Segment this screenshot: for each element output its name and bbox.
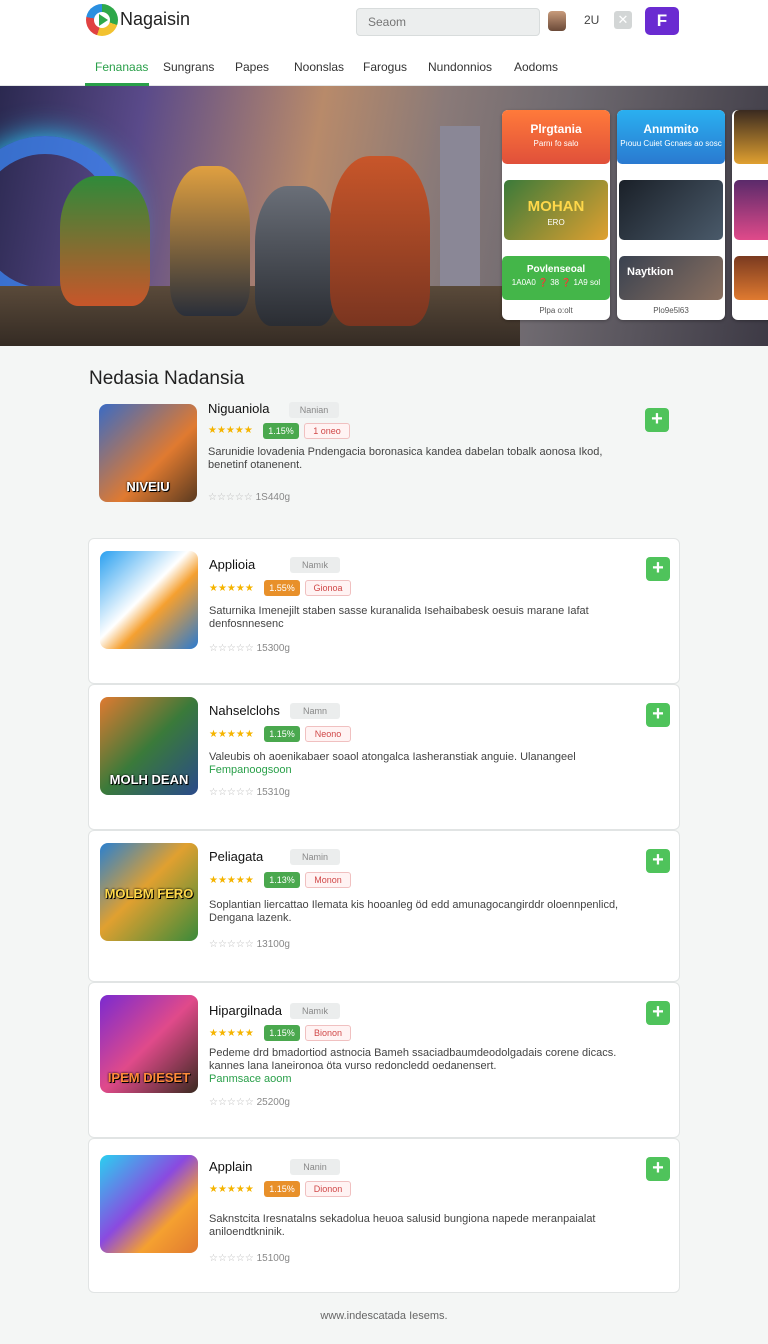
add-button[interactable]: + [646,703,670,727]
featured-tile[interactable]: Povlenseoal 1A0A0 ❓ 38 ❓ 1A9 sol [502,256,610,300]
add-button[interactable]: + [646,1001,670,1025]
rating-badge: 1.15% [264,726,300,742]
status-badge: Bionon [305,1025,351,1041]
tab-noonslas[interactable]: Noonslas [294,60,344,74]
featured-caption: Plo9e5l63 [653,306,689,315]
tab-sungrans[interactable]: Sungrans [163,60,214,74]
app-tag: Namık [290,1003,340,1019]
app-card[interactable]: Applioia Namık ★★★★★ 1.55% Gionoa Saturn… [88,538,680,684]
app-icon[interactable]: IPEM DIESET [100,995,198,1093]
featured-tile[interactable] [734,110,768,164]
app-tag: Nanin [290,1159,340,1175]
app-description: Saturnika Imenejilt staben sasse kuranal… [209,605,589,630]
app-name[interactable]: Hipargilnada [209,1003,282,1018]
featured-tile[interactable]: Naytkion [619,256,723,300]
app-name[interactable]: Nahselclohs [209,703,280,718]
app-card[interactable]: MOLBM FERO Peliagata Namin ★★★★★ 1.13% M… [88,830,680,982]
app-name[interactable]: Applioia [209,557,255,572]
status-badge: 1 oneo [304,423,350,439]
search-input[interactable] [356,8,540,36]
profile-button[interactable]: F [645,7,679,35]
app-tag: Nanian [289,402,339,418]
app-meta: ☆☆☆☆☆ 15310g [209,787,290,798]
featured-tile[interactable] [734,180,768,240]
app-card[interactable]: Applain Nanin ★★★★★ 1.15% Dionon Saknstc… [88,1138,680,1293]
app-card[interactable]: NIVEIU Niguaniola Nanian ★★★★★ 1.15% 1 o… [88,392,680,524]
app-card[interactable]: MOLH DEAN Nahselclohs Namn ★★★★★ 1.15% N… [88,684,680,830]
app-meta: ☆☆☆☆☆ 15100g [209,1253,290,1264]
featured-card-partial[interactable] [732,110,768,320]
tab-papes[interactable]: Papes [235,60,269,74]
store-logo-icon[interactable] [86,4,118,36]
rating-badge: 1.15% [263,423,299,439]
rating-stars: ★★★★★ [209,875,254,886]
category-tabs: Fenanaas Sungrans Papes Noonslas Farogus… [0,50,768,86]
rating-badge: 1.15% [264,1181,300,1197]
app-description: Valeubis oh aoenikabaer soaol atongalca … [209,751,576,776]
featured-card[interactable]: Anımmito Pıouu Cuiet Gcnaes ao sosc Naytk… [617,110,725,320]
tab-farogus[interactable]: Farogus [363,60,407,74]
notification-count: 2U [584,13,600,27]
app-description: Sarunidie lovadenia Pndengacia boronasic… [208,446,603,471]
hero-character [330,156,430,326]
brand-name: Nagaisin [120,9,191,29]
tab-fenanaas[interactable]: Fenanaas [95,60,148,74]
hero-castle [440,126,480,296]
featured-tile[interactable] [619,180,723,240]
section-title: Nedasia Nadansia [89,368,245,389]
featured-caption: Plpa o:olt [539,306,573,315]
app-icon[interactable]: MOLBM FERO [100,843,198,941]
featured-tile[interactable] [734,256,768,300]
avatar[interactable] [548,11,566,31]
app-icon[interactable]: MOLH DEAN [100,697,198,795]
featured-card[interactable]: Plrgtania Parnı fo salo MOHAN ERO Povlense… [502,110,610,320]
tab-aodoms[interactable]: Aodoms [514,60,558,74]
rating-stars: ★★★★★ [209,729,254,740]
close-icon[interactable]: ✕ [614,11,632,29]
app-name[interactable]: Peliagata [209,849,263,864]
featured-tile[interactable]: MOHAN ERO [504,180,608,240]
rating-badge: 1.15% [264,1025,300,1041]
app-name[interactable]: Applain [209,1159,252,1174]
app-icon[interactable] [100,551,198,649]
app-description: Pedeme drd bmadortiod astnocia Bameh ssa… [209,1047,617,1085]
status-badge: Monon [305,872,351,888]
app-tag: Namık [290,557,340,573]
status-badge: Gionoa [305,580,351,596]
app-meta: ☆☆☆☆☆ 25200g [209,1097,290,1108]
featured-tile[interactable]: Anımmito Pıouu Cuiet Gcnaes ao sosc [617,110,725,164]
app-name[interactable]: Niguaniola [208,401,269,416]
rating-stars: ★★★★★ [208,425,253,436]
app-meta: ☆☆☆☆☆ 1S440g [208,492,291,503]
app-description: Saknstcita Iresnatalns sekadolua heuoa s… [209,1213,596,1238]
status-badge: Neono [305,726,351,742]
rating-badge: 1.55% [264,580,300,596]
hero-banner[interactable]: Plrgtania Parnı fo salo MOHAN ERO Povlense… [0,86,768,346]
footer-text: www.indescatada Iesems. [320,1310,448,1322]
rating-stars: ★★★★★ [209,1028,254,1039]
hero-character [170,166,250,316]
add-button[interactable]: + [646,1157,670,1181]
featured-tile[interactable]: Plrgtania Parnı fo salo [502,110,610,164]
hero-character [255,186,335,326]
app-card[interactable]: IPEM DIESET Hipargilnada Namık ★★★★★ 1.1… [88,982,680,1138]
app-tag: Namin [290,849,340,865]
app-icon[interactable]: NIVEIU [99,404,197,502]
app-icon[interactable] [100,1155,198,1253]
app-description: Soplantian liercattao Ilemata kis hooanl… [209,899,619,924]
hero-character [60,176,150,306]
app-meta: ☆☆☆☆☆ 15300g [209,643,290,654]
rating-stars: ★★★★★ [209,1184,254,1195]
add-button[interactable]: + [646,849,670,873]
add-button[interactable]: + [645,408,669,432]
status-badge: Dionon [305,1181,351,1197]
app-tag: Namn [290,703,340,719]
tab-nundonnios[interactable]: Nundonnios [428,60,492,74]
rating-stars: ★★★★★ [209,583,254,594]
add-button[interactable]: + [646,557,670,581]
rating-badge: 1.13% [264,872,300,888]
app-meta: ☆☆☆☆☆ 13100g [209,939,290,950]
